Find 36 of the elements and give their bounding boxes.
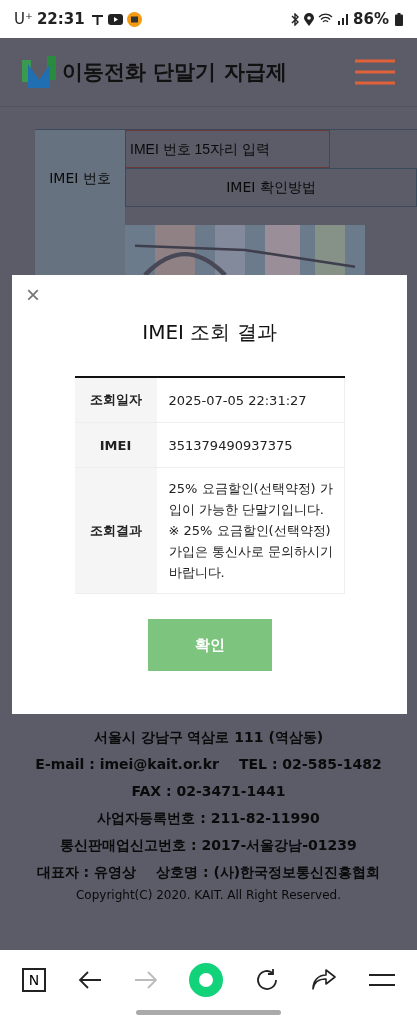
table-cell: 2025-07-05 22:31:27 (156, 377, 344, 423)
table-header-cell: 조회일자 (74, 377, 157, 423)
app-badge-icon (126, 11, 142, 27)
signal-icon (337, 13, 350, 25)
status-time: 22:31 (36, 10, 85, 28)
table-header-cell: 조회결과 (74, 467, 157, 594)
reload-icon[interactable] (255, 968, 280, 992)
footer-info: 사업자등록번호 : 211-82-11990 (97, 809, 320, 828)
menu-icon[interactable] (368, 974, 395, 986)
imei-input-field[interactable]: IMEI 번호 15자리 입력 (125, 130, 330, 168)
wifi-icon (318, 13, 334, 25)
footer-info: 상호명 : (사)한국정보통신진흥협회 (156, 863, 381, 882)
site-title: 이동전화 단말기 자급제 (62, 59, 287, 86)
footer-info: 대표자 : 유영상 (36, 863, 137, 882)
footer-info: 서울시 강남구 역삼로 111 (역삼동) (93, 728, 324, 747)
copyright-text: Copyright(C) 2020. KAIT. All Right Reserved. (74, 888, 343, 902)
footer-info: E-mail : imei@kait.or.kr (35, 755, 219, 774)
bluetooth-icon (290, 12, 301, 26)
dialog-title: IMEI 조회 결과 (142, 319, 277, 346)
back-icon[interactable] (77, 970, 102, 990)
logo-icon (22, 56, 56, 88)
home-button[interactable]: N (22, 968, 46, 992)
footer-info: 통신판매업신고번호 : 2017-서울강남-01239 (60, 836, 357, 855)
footer-info: TEL : 02-585-1482 (239, 755, 382, 774)
battery-percent: 86% (353, 10, 389, 28)
location-icon (304, 12, 315, 26)
share-icon[interactable] (311, 969, 338, 991)
video-app-icon (107, 13, 123, 25)
battery-icon (395, 12, 403, 26)
table-cell: 25% 요금할인(선택약정) 가입이 가능한 단말기입니다. ※ 25% 요금할인(선택약정) 가입은 통신사로 문의하시기 바랍니다. (156, 467, 344, 594)
table-header-cell: IMEI (74, 422, 157, 468)
carrier-label: U⁺ (14, 10, 33, 28)
table-cell: 351379490937375 (156, 422, 344, 468)
imei-help-button[interactable]: IMEI 확인방법 (125, 168, 417, 207)
t-app-icon (90, 12, 104, 26)
footer-info: FAX : 02-3471-1441 (131, 782, 286, 801)
